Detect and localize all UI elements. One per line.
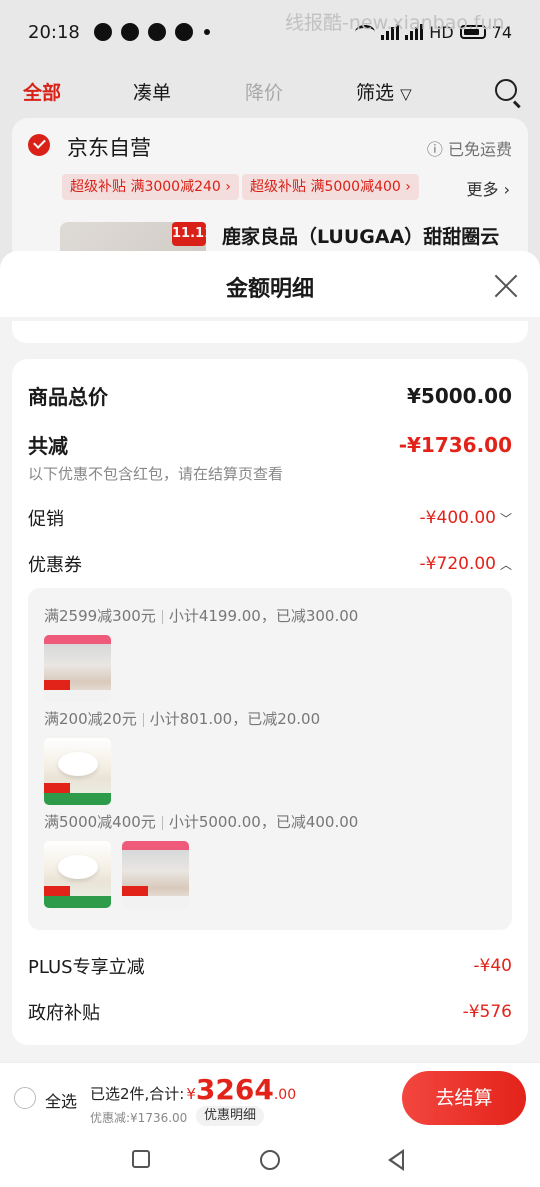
discount-row: 共减 -¥1736.00 <box>28 430 512 459</box>
checkout-button[interactable]: 去结算 <box>402 1071 526 1125</box>
summary-label: 已选2件,合计: <box>90 1085 185 1103</box>
plus-discount-value: -¥40 <box>473 956 512 976</box>
select-all-checkbox[interactable] <box>14 1087 36 1109</box>
promo-label: 促销 <box>28 509 64 530</box>
home-icon[interactable] <box>260 1150 280 1170</box>
discount-note: 以下优惠不包含红包，请在结算页查看 <box>28 465 284 483</box>
coupon-detail: 小计5000.00，已减400.00 <box>168 813 359 831</box>
gov-subsidy-value: -¥576 <box>462 1002 512 1022</box>
total-price-label: 商品总价 <box>28 385 108 409</box>
previous-card-edge <box>12 321 528 343</box>
plus-discount-label: PLUS专享立减 <box>28 957 145 978</box>
total-summary: 已选2件,合计: ¥ 3264 .00 <box>90 1073 296 1106</box>
back-icon[interactable] <box>388 1149 404 1171</box>
select-all-label[interactable]: 全选 <box>45 1088 77 1112</box>
coupon-line: 满5000减400元 小计5000.00，已减400.00 <box>44 811 358 832</box>
coupon-line: 满200减20元 小计801.00，已减20.00 <box>44 708 320 729</box>
coupon-rule: 满200减20元 <box>44 710 137 728</box>
coupon-row[interactable]: 优惠券 -¥720.00 ︿ <box>28 551 512 577</box>
promo-row[interactable]: 促销 -¥400.00 ﹀ <box>28 505 512 531</box>
coupon-line: 满2599减300元 小计4199.00，已减300.00 <box>44 605 358 626</box>
saved-amount: 优惠减:¥1736.00 <box>90 1111 188 1125</box>
total-amount: 3264 <box>195 1073 274 1106</box>
coupon-value: -¥720.00 <box>419 554 496 574</box>
product-thumbnail[interactable] <box>122 841 189 908</box>
promo-value: -¥400.00 <box>419 508 496 528</box>
coupon-detail: 小计4199.00，已减300.00 <box>168 607 359 625</box>
discount-detail-button[interactable]: 优惠明细 <box>196 1106 265 1126</box>
currency-symbol: ¥ <box>186 1085 196 1103</box>
discount-value: -¥1736.00 <box>398 432 512 457</box>
gov-subsidy-label: 政府补贴 <box>28 1003 100 1024</box>
chevron-down-icon: ﹀ <box>499 512 512 526</box>
amount-detail-sheet: 金额明细 商品总价 ¥5000.00 共减 -¥1736.00 以下优惠不包含红… <box>0 251 540 1062</box>
product-thumbnail[interactable] <box>44 738 111 805</box>
total-price-value: ¥5000.00 <box>406 383 512 408</box>
recent-apps-icon[interactable] <box>132 1150 150 1168</box>
chevron-up-icon: ︿ <box>499 558 512 572</box>
sheet-title: 金额明细 <box>225 277 314 302</box>
checkout-bar: 全选 已选2件,合计: ¥ 3264 .00 优惠减:¥1736.00 优惠明细… <box>0 1062 540 1132</box>
product-thumbnail[interactable] <box>44 635 111 702</box>
system-navigation-bar <box>0 1132 540 1187</box>
discount-label: 共减 <box>28 434 68 458</box>
coupon-rule: 满5000减400元 <box>44 813 156 831</box>
coupon-label: 优惠券 <box>28 555 82 576</box>
total-price-row: 商品总价 ¥5000.00 <box>28 381 512 410</box>
coupon-detail: 小计801.00，已减20.00 <box>149 710 321 728</box>
plus-discount-row: PLUS专享立减 -¥40 <box>28 953 512 979</box>
gov-subsidy-row: 政府补贴 -¥576 <box>28 999 512 1025</box>
coupon-detail-box: 满2599减300元 小计4199.00，已减300.00 满200减20元 小计8… <box>28 588 512 930</box>
close-icon[interactable] <box>494 274 518 298</box>
total-decimal: .00 <box>273 1087 297 1103</box>
amount-detail-card: 商品总价 ¥5000.00 共减 -¥1736.00 以下优惠不包含红包，请在结… <box>12 359 528 1045</box>
product-thumbnail[interactable] <box>44 841 111 908</box>
coupon-rule: 满2599减300元 <box>44 607 156 625</box>
